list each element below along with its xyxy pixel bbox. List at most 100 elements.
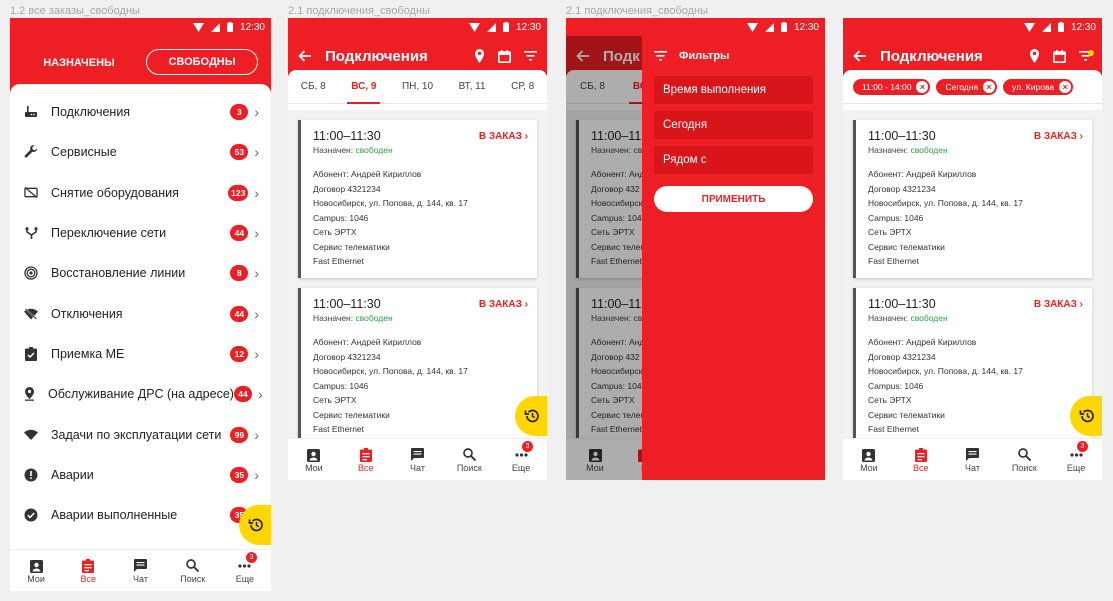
chevron-right-icon: ›: [254, 345, 259, 362]
nav-search[interactable]: Поиск: [443, 439, 495, 480]
history-fab[interactable]: [515, 396, 547, 436]
menu-item-equipment-removal[interactable]: Снятие оборудования 123 ›: [10, 173, 271, 213]
location-pin-icon: [24, 387, 35, 402]
tab-day[interactable]: ПН, 10: [398, 70, 437, 104]
menu-item-drs-service[interactable]: Обслуживание ДРС (на адресе) 44 ›: [10, 374, 271, 414]
count-badge: 44: [230, 305, 249, 322]
nav-more[interactable]: Еще 3: [219, 550, 271, 591]
nav-my[interactable]: Мои: [288, 439, 340, 480]
nav-search[interactable]: Поиск: [167, 550, 219, 591]
order-card[interactable]: 11:00–11:30 Назначен: свободен В ЗАКАЗ ›…: [298, 120, 537, 278]
menu-item-network-switch[interactable]: Переключение сети 44 ›: [10, 213, 271, 253]
close-icon[interactable]: ×: [916, 80, 929, 93]
menu-item-label: Подключения: [51, 105, 131, 120]
take-order-link[interactable]: В ЗАКАЗ ›: [479, 299, 528, 310]
location-pin-icon[interactable]: [1029, 49, 1040, 63]
nav-chat[interactable]: Чат: [947, 439, 999, 480]
nav-my[interactable]: Мои: [843, 439, 895, 480]
chevron-right-icon: ›: [254, 144, 259, 161]
badge-icon: [862, 447, 876, 463]
screen-caption: 2.1 подключения_свободны: [288, 5, 431, 17]
notification-badge: 3: [1076, 441, 1088, 452]
apply-button[interactable]: ПРИМЕНИТЬ: [654, 186, 813, 212]
cell-signal-icon: [1041, 22, 1051, 32]
back-arrow-icon[interactable]: [853, 50, 866, 62]
calendar-icon[interactable]: [498, 49, 511, 63]
filter-active-icon[interactable]: [1079, 50, 1094, 61]
tab-day[interactable]: СР, 8: [507, 70, 538, 104]
nav-more[interactable]: Еще 3: [495, 439, 547, 480]
nav-more[interactable]: Еще 3: [1050, 439, 1102, 480]
menu-item-disconnections[interactable]: Отключения 44 ›: [10, 293, 271, 333]
count-badge: 53: [230, 144, 249, 161]
filter-chip-street[interactable]: ул. Кирова ×: [1003, 78, 1074, 95]
nav-label: Поиск: [180, 573, 206, 584]
order-card[interactable]: 11:00–11:30 Назначен: свободен В ЗАКАЗ ›…: [298, 288, 537, 438]
filter-time-field[interactable]: Время выполнения: [654, 76, 813, 104]
wifi-status-icon: [468, 22, 480, 32]
status-time: 12:30: [793, 21, 819, 33]
wifi-status-icon: [192, 22, 204, 32]
cell-signal-icon: [486, 22, 496, 32]
filter-date-field[interactable]: Сегодня: [654, 111, 813, 139]
wifi-off-icon: [24, 307, 38, 321]
bottom-nav: Мои Все Чат Поиск Еще 3: [843, 438, 1102, 480]
battery-icon: [1057, 22, 1064, 32]
page-title: Подключения: [325, 47, 428, 65]
alert-icon: [24, 468, 38, 482]
menu-item-service[interactable]: Сервисные 53 ›: [10, 132, 271, 172]
screen-caption: 2.1 подключения_свободны: [566, 5, 709, 17]
nav-chat[interactable]: Чат: [114, 550, 166, 591]
nav-label: Чат: [965, 462, 980, 473]
search-icon: [462, 447, 476, 463]
nav-all[interactable]: Все: [340, 439, 392, 480]
order-card[interactable]: 11:00–11:30 Назначен: свободен В ЗАКАЗ ›…: [853, 120, 1092, 278]
day-tabs: СБ, 8 ВС, 9 ПН, 10 ВТ, 11 СР, 8: [288, 70, 547, 104]
nav-my[interactable]: Мои: [10, 550, 62, 591]
battery-icon: [502, 22, 509, 32]
menu-item-accidents-done[interactable]: Аварии выполненные 35 ›: [10, 495, 271, 535]
search-icon: [1017, 447, 1031, 463]
order-card[interactable]: 11:00–11:30 Назначен: свободен В ЗАКАЗ ›…: [853, 288, 1092, 438]
segment-assigned[interactable]: НАЗНАЧЕНЫ: [24, 50, 134, 76]
wifi-icon: [24, 428, 38, 442]
take-order-link[interactable]: В ЗАКАЗ ›: [1034, 131, 1083, 142]
notification-badge: 3: [521, 441, 533, 452]
filter-indicator-dot: [1088, 50, 1094, 56]
menu-item-accidents[interactable]: Аварии 35 ›: [10, 455, 271, 495]
nav-all[interactable]: Все: [895, 439, 947, 480]
menu-item-label: Отключения: [51, 306, 123, 321]
close-icon[interactable]: ×: [983, 80, 996, 93]
status-bar: 12:30: [10, 18, 271, 36]
history-icon: [524, 408, 540, 424]
calendar-icon[interactable]: [1053, 49, 1066, 63]
take-order-link[interactable]: В ЗАКАЗ ›: [1034, 299, 1083, 310]
filter-nearby-field[interactable]: Рядом с: [654, 146, 813, 174]
filter-chip-date[interactable]: Сегодня ×: [936, 78, 998, 95]
menu-item-connections[interactable]: Подключения 3 ›: [10, 92, 271, 132]
chevron-right-icon: ›: [254, 426, 259, 443]
wifi-status-icon: [1023, 22, 1035, 32]
nav-all[interactable]: Все: [62, 550, 114, 591]
menu-item-acceptance[interactable]: Приемка МЕ 12 ›: [10, 334, 271, 374]
history-fab[interactable]: [239, 505, 271, 545]
tab-day-active[interactable]: ВС, 9: [347, 70, 381, 104]
filter-icon[interactable]: [524, 51, 537, 61]
menu-item-line-restore[interactable]: Восстановление линии 8 ›: [10, 253, 271, 293]
nav-search[interactable]: Поиск: [998, 439, 1050, 480]
filter-chip-time[interactable]: 11:00 - 14:00 ×: [853, 78, 931, 95]
history-fab[interactable]: [1070, 396, 1102, 436]
chevron-right-icon: ›: [254, 305, 259, 322]
nav-label: Мои: [860, 462, 878, 473]
back-arrow-icon[interactable]: [298, 50, 311, 62]
segment-free[interactable]: СВОБОДНЫ: [146, 49, 258, 75]
close-icon[interactable]: ×: [1059, 80, 1072, 93]
menu-item-network-tasks[interactable]: Задачи по эксплуатации сети 99 ›: [10, 414, 271, 454]
location-pin-icon[interactable]: [474, 49, 485, 63]
tab-day[interactable]: ВТ, 11: [455, 70, 490, 104]
nav-chat[interactable]: Чат: [392, 439, 444, 480]
tab-day[interactable]: СБ, 8: [297, 70, 330, 104]
count-badge: 8: [230, 265, 249, 282]
screen-caption: 1.2 все заказы_свободны: [10, 5, 140, 17]
take-order-link[interactable]: В ЗАКАЗ ›: [479, 131, 528, 142]
